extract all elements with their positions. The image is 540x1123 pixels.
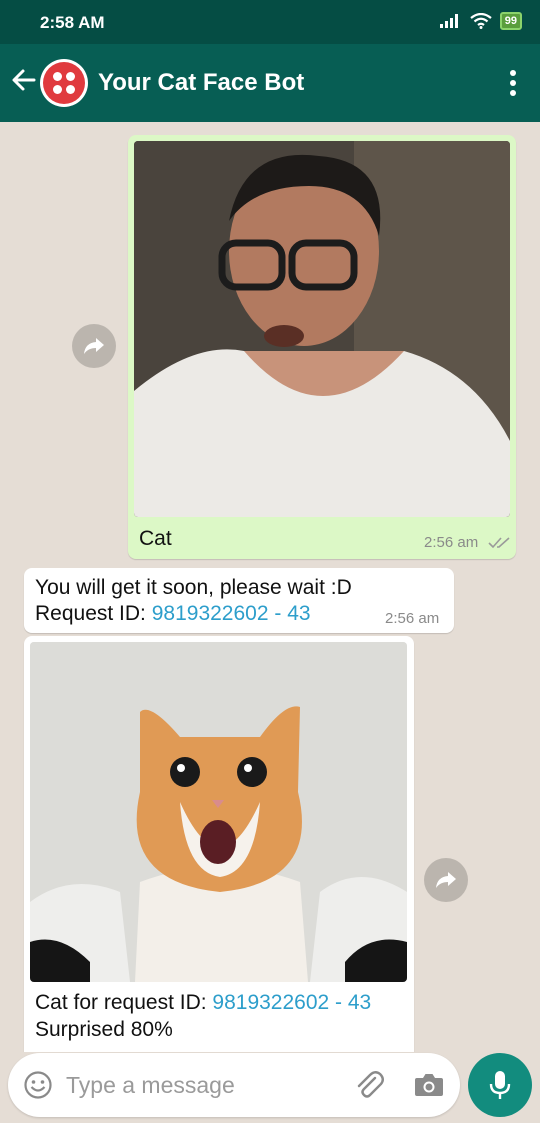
- cat-photo-image: [30, 642, 407, 982]
- cat-caption-line-1: Cat for request ID: 9819322602 - 43: [35, 991, 371, 1015]
- emoji-icon[interactable]: [23, 1070, 53, 1100]
- battery-indicator: 99: [499, 12, 522, 30]
- more-options-icon[interactable]: [510, 70, 516, 96]
- back-arrow-icon[interactable]: [10, 66, 38, 94]
- status-time: 2:58 AM: [40, 13, 105, 32]
- mic-button[interactable]: [468, 1053, 532, 1117]
- person-photo-image: [134, 141, 510, 517]
- message-composer[interactable]: Type a message: [8, 1053, 460, 1117]
- chat-header: Your Cat Face Bot: [0, 44, 540, 122]
- contact-avatar[interactable]: [40, 59, 88, 107]
- chat-title[interactable]: Your Cat Face Bot: [98, 69, 304, 97]
- reply-text-message[interactable]: You will get it soon, please wait :D Req…: [24, 568, 454, 633]
- reply-line-2: Request ID: 9819322602 - 43: [35, 602, 311, 626]
- reply-line-1: You will get it soon, please wait :D: [35, 576, 352, 599]
- cat-request-id-link[interactable]: 9819322602 - 43: [212, 991, 371, 1014]
- status-icons: 99: [439, 12, 522, 30]
- request-id-label: Request ID:: [35, 602, 152, 625]
- sent-photo[interactable]: [134, 141, 510, 517]
- reply-time: 2:56 am: [385, 610, 440, 627]
- mic-icon: [489, 1071, 511, 1099]
- status-bar: 2:58 AM 99: [0, 0, 540, 44]
- request-id-link[interactable]: 9819322602 - 43: [152, 602, 311, 625]
- forward-icon[interactable]: [424, 858, 468, 902]
- forward-icon[interactable]: [72, 324, 116, 368]
- attach-icon[interactable]: [353, 1069, 385, 1101]
- twilio-logo-icon: [43, 62, 85, 104]
- cat-emotion-text: Surprised 80%: [35, 1018, 173, 1041]
- cat-photo[interactable]: [30, 642, 407, 982]
- chat-area[interactable]: Cat 2:56 am You will get it soon, please…: [0, 122, 540, 1052]
- camera-icon[interactable]: [414, 1072, 444, 1098]
- wifi-icon: [470, 13, 492, 29]
- signal-icon: [439, 14, 458, 28]
- sent-image-time: 2:56 am: [424, 534, 479, 551]
- double-check-icon: [488, 537, 510, 549]
- cat-caption-label: Cat for request ID:: [35, 991, 213, 1014]
- sent-image-caption: Cat: [139, 527, 172, 550]
- message-input[interactable]: Type a message: [66, 1072, 235, 1099]
